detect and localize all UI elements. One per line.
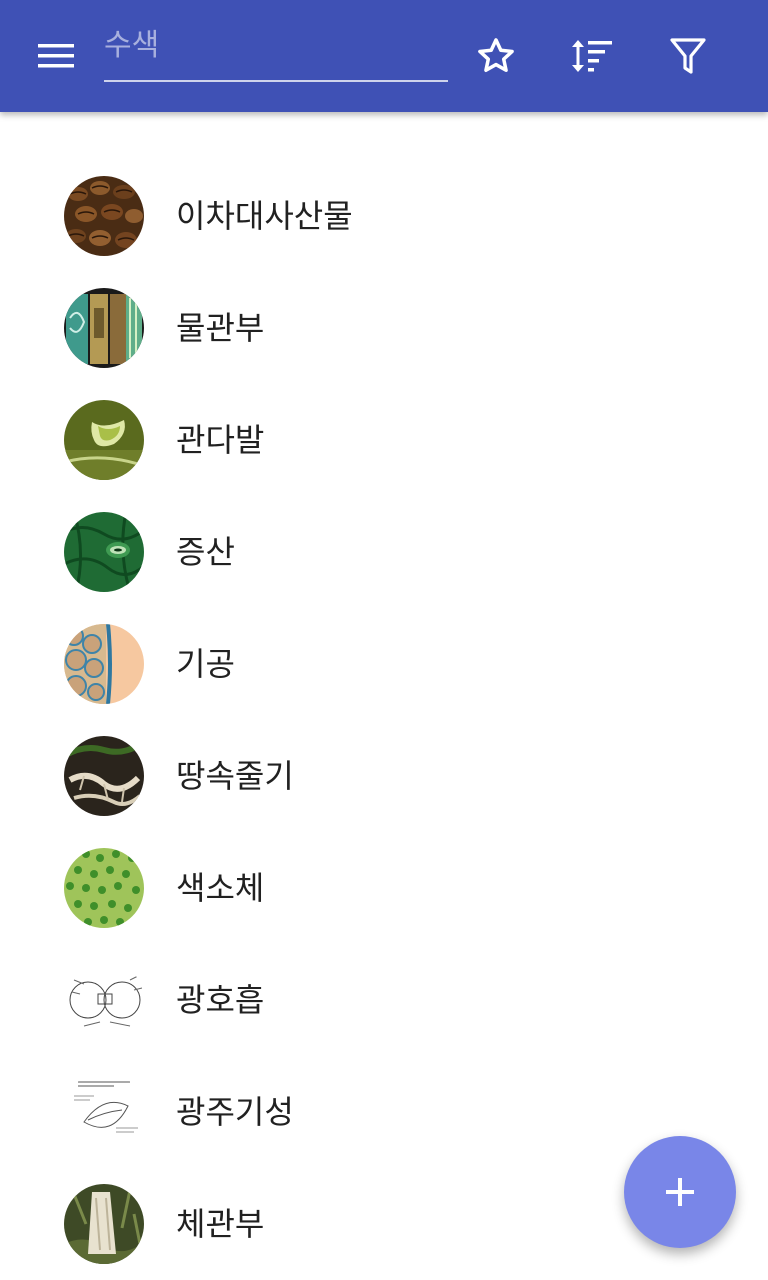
item-label: 땅속줄기	[176, 757, 294, 795]
item-label: 체관부	[176, 1205, 265, 1243]
item-label: 색소체	[176, 869, 265, 907]
favorites-button[interactable]	[460, 20, 532, 92]
sort-button[interactable]	[556, 20, 628, 92]
app-bar	[0, 0, 768, 112]
list-item[interactable]: 땅속줄기	[0, 720, 768, 832]
list-item[interactable]: 관다발	[0, 384, 768, 496]
list-item[interactable]: 기공	[0, 608, 768, 720]
filter-button[interactable]	[652, 20, 724, 92]
star-outline-icon	[478, 38, 514, 73]
list-item[interactable]: 물관부	[0, 272, 768, 384]
item-label: 광주기성	[176, 1093, 294, 1131]
add-fab-button[interactable]	[624, 1136, 736, 1248]
plus-icon	[666, 1178, 694, 1206]
list-item[interactable]: 색소체	[0, 832, 768, 944]
stomata-thumbnail	[64, 624, 144, 704]
vascular-bundle-thumbnail	[64, 400, 144, 480]
phloem-thumbnail	[64, 1184, 144, 1264]
coffee-beans-thumbnail	[64, 176, 144, 256]
topic-list: 이차대사산물 물관부 관다발 증산 기공 땅속줄기 색소체 광호흡 광주기성 체…	[0, 160, 768, 1280]
chloroplast-thumbnail	[64, 848, 144, 928]
leaf-stoma-thumbnail	[64, 512, 144, 592]
item-label: 기공	[176, 645, 235, 683]
item-label: 물관부	[176, 309, 265, 347]
list-item[interactable]: 광호흡	[0, 944, 768, 1056]
menu-button[interactable]	[20, 20, 92, 92]
xylem-thumbnail	[64, 288, 144, 368]
list-item[interactable]: 이차대사산물	[0, 160, 768, 272]
item-label: 이차대사산물	[176, 197, 353, 235]
list-item[interactable]: 증산	[0, 496, 768, 608]
photorespiration-diagram-thumbnail	[64, 960, 144, 1040]
rhizome-thumbnail	[64, 736, 144, 816]
search-input[interactable]	[104, 22, 448, 80]
hamburger-menu-icon	[38, 44, 74, 68]
filter-icon	[670, 38, 706, 74]
item-label: 관다발	[176, 421, 265, 459]
item-label: 증산	[176, 533, 235, 571]
item-label: 광호흡	[176, 981, 265, 1019]
photoperiodism-diagram-thumbnail	[64, 1072, 144, 1152]
search-field	[104, 22, 448, 82]
sort-icon	[572, 40, 612, 72]
